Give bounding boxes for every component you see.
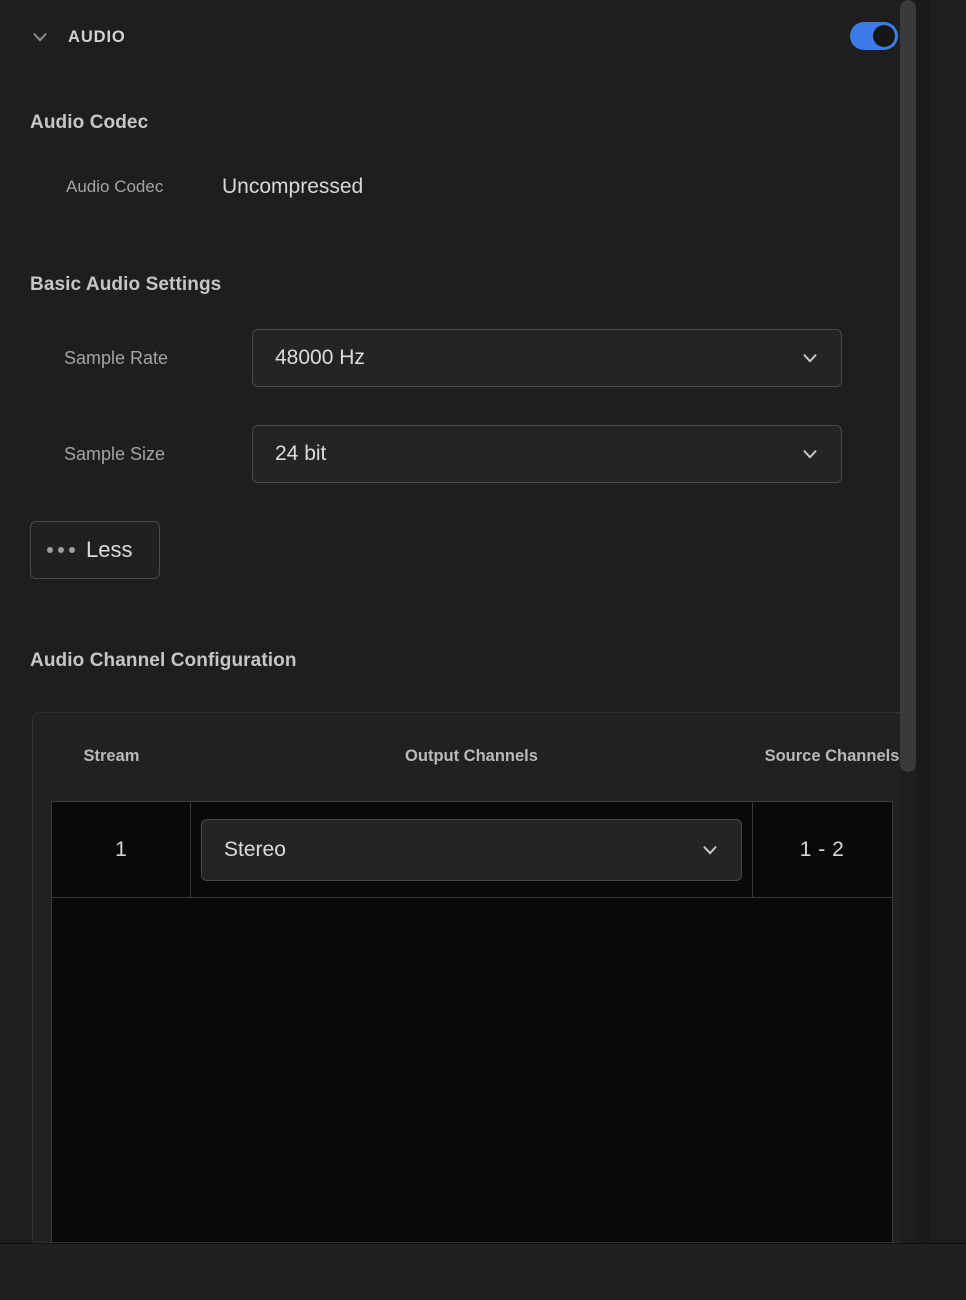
cell-source-channels: 1 - 2 [799,837,845,861]
section-title: AUDIO [68,27,126,46]
sample-size-select[interactable]: 24 bit [252,425,842,483]
audio-codec-label: Audio Codec [66,177,164,196]
audio-enable-toggle[interactable] [850,22,898,50]
table-row[interactable]: 1 Stereo 1 - 2 [52,802,892,898]
audio-settings-panel: AUDIO Audio Codec Audio Codec Uncompress… [0,0,966,1300]
ellipsis-icon [47,547,75,553]
toggle-knob [873,25,895,47]
footer-bar [0,1243,966,1300]
audio-codec-value: Uncompressed [222,175,364,198]
less-button[interactable]: Less [30,521,160,579]
sample-rate-label: Sample Rate [64,347,169,368]
sample-rate-value: 48000 Hz [275,346,365,369]
chevron-down-icon[interactable] [699,839,721,861]
table-body: 1 Stereo 1 - 2 [51,801,893,1242]
sample-rate-select[interactable]: 48000 Hz [252,329,842,387]
cell-output-channels: Stereo [191,802,753,897]
audio-codec-row: Audio Codec Uncompressed [0,170,930,204]
sample-size-value: 24 bit [275,442,327,465]
panel-edge-strip [916,0,930,1243]
output-channels-value: Stereo [224,837,286,861]
cell-stream: 1 [52,802,191,897]
scrollable-content: AUDIO Audio Codec Audio Codec Uncompress… [0,0,930,1243]
chevron-down-icon[interactable] [799,443,821,465]
column-header-output-channels: Output Channels [405,747,538,766]
audio-section-header[interactable]: AUDIO [0,0,930,74]
chevron-down-icon[interactable] [28,25,52,49]
output-channels-select[interactable]: Stereo [201,818,742,881]
vertical-scrollbar-thumb[interactable] [900,0,916,772]
basic-audio-settings-heading: Basic Audio Settings [30,274,222,295]
table-header-row: Stream Output Channels Source Channels [33,713,911,801]
column-header-source-channels: Source Channels [764,747,900,766]
audio-codec-heading: Audio Codec [30,112,149,133]
audio-channel-table: Stream Output Channels Source Channels 1… [32,712,912,1243]
sample-rate-row: Sample Rate 48000 Hz [0,329,930,387]
sample-size-row: Sample Size 24 bit [0,425,930,483]
chevron-down-icon[interactable] [799,347,821,369]
less-button-label: Less [86,537,133,562]
column-header-stream: Stream [83,747,140,766]
sample-size-label: Sample Size [64,443,166,464]
audio-channel-configuration-heading: Audio Channel Configuration [30,650,297,671]
